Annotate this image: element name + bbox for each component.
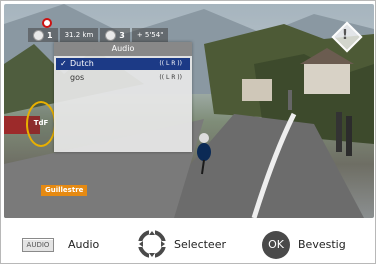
stereo-icon: (( L R )) — [159, 60, 182, 67]
audio-option-label: Dutch — [70, 59, 94, 68]
audio-option-label: gos — [70, 73, 85, 82]
stereo-icon: (( L R )) — [159, 74, 182, 81]
stage-number: 1 — [47, 30, 53, 40]
select-hint-label: Selecteer — [174, 238, 226, 251]
help-bar: AUDIO Audio Selecteer OK Bevestig — [4, 229, 374, 261]
audio-menu: Audio ✓ Dutch (( L R )) gos (( L R )) — [54, 42, 192, 152]
stage-segment: 1 — [28, 28, 58, 42]
distance-segment: 31.2 km — [59, 28, 99, 42]
group-icon — [105, 29, 117, 41]
distance-value: 31.2 km — [64, 31, 94, 39]
audio-option-dutch[interactable]: ✓ Dutch (( L R )) — [56, 58, 190, 70]
tour-logo-text: TdF — [33, 119, 49, 127]
audio-hint-label: Audio — [68, 238, 100, 251]
checkmark-icon: ✓ — [60, 59, 67, 68]
audio-option-gos[interactable]: gos (( L R )) — [56, 72, 190, 84]
audio-menu-title: Audio — [54, 42, 192, 56]
location-tag: Guillestre — [41, 185, 88, 196]
group-segment: 3 — [100, 28, 130, 42]
group-number: 3 — [119, 30, 125, 40]
audio-key-button[interactable]: AUDIO — [22, 238, 54, 252]
race-indicator-dot — [42, 18, 52, 28]
tv-screen-frame: 1 31.2 km 3 + 5'54" ! TdF Audio ✓ Dutch … — [0, 0, 376, 264]
dpad-icon — [138, 230, 166, 258]
ok-button[interactable]: OK — [262, 231, 290, 259]
video-area: 1 31.2 km 3 + 5'54" ! TdF Audio ✓ Dutch … — [4, 4, 374, 218]
tour-logo: TdF — [26, 101, 56, 147]
stage-icon — [33, 29, 44, 41]
time-gap-value: + 5'54" — [136, 31, 164, 39]
channel-logo-mark: ! — [342, 28, 348, 43]
time-gap-segment: + 5'54" — [131, 28, 169, 42]
confirm-hint-label: Bevestig — [298, 238, 346, 251]
race-info-bar: 1 31.2 km 3 + 5'54" — [28, 28, 170, 42]
